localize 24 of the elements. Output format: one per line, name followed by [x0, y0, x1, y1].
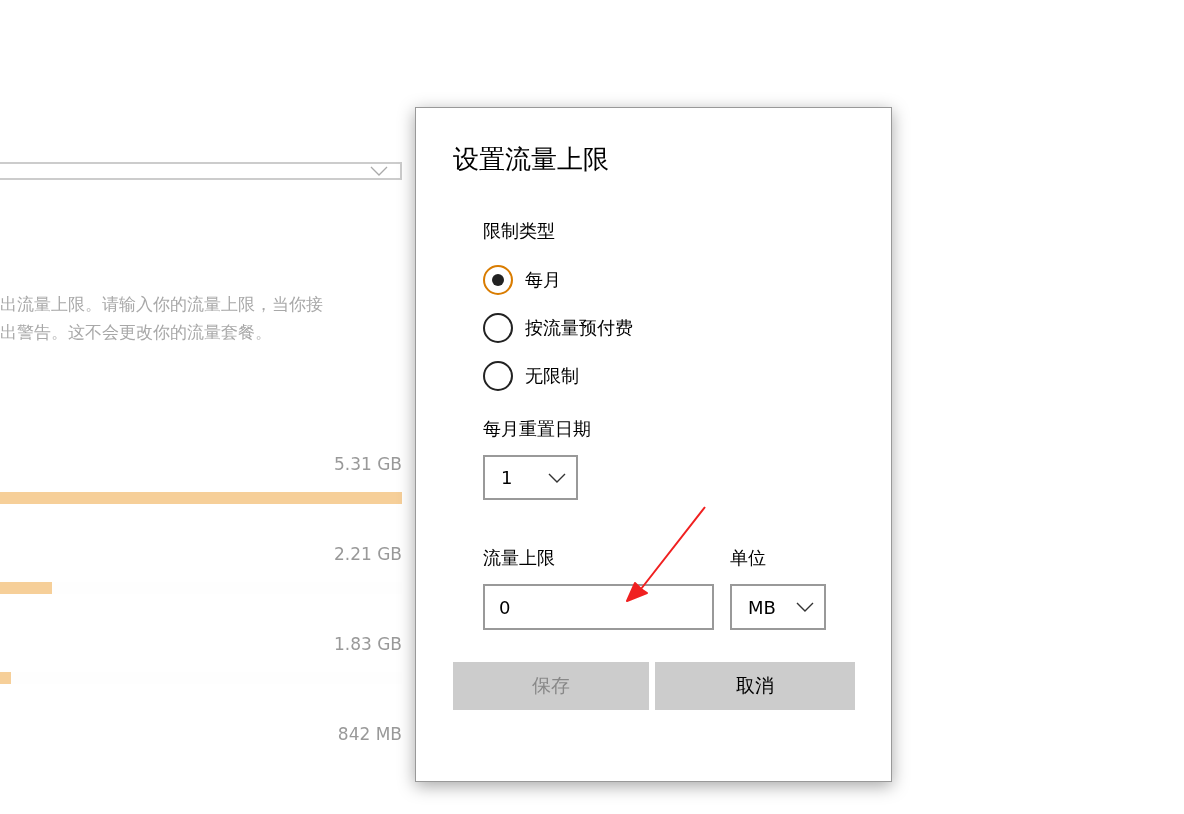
radio-option[interactable]: 无限制 — [483, 361, 579, 391]
usage-amount: 1.83 GB — [333, 634, 402, 656]
unit-dropdown[interactable]: MB — [730, 584, 826, 630]
radio-option[interactable]: 每月 — [483, 265, 561, 295]
usage-amount: 5.31 GB — [333, 454, 402, 476]
dialog-title: 设置流量上限 — [453, 143, 610, 176]
chevron-down-icon — [370, 166, 388, 176]
dialog-button[interactable]: 取消 — [655, 662, 855, 710]
description-text: 出流量上限。请输入你的流量上限，当你接 — [0, 293, 323, 316]
field-label: 每月重置日期 — [482, 417, 592, 441]
field-label: 流量上限 — [483, 546, 556, 570]
radio-button[interactable] — [483, 361, 513, 391]
description-text: 出警告。这不会更改你的流量套餐。 — [0, 321, 272, 344]
chevron-down-icon — [796, 602, 814, 612]
input-field[interactable]: 0 — [483, 584, 714, 630]
field-label: 限制类型 — [482, 219, 556, 243]
usage-amount: 2.21 GB — [333, 544, 402, 566]
radio-button[interactable] — [483, 265, 513, 295]
field-label: 单位 — [730, 546, 767, 570]
radio-button[interactable] — [483, 313, 513, 343]
chevron-down-icon — [548, 472, 566, 483]
day-dropdown[interactable]: 1 — [483, 455, 578, 500]
usage-amount: 842 MB — [337, 724, 402, 746]
radio-option[interactable]: 按流量预付费 — [483, 313, 633, 343]
